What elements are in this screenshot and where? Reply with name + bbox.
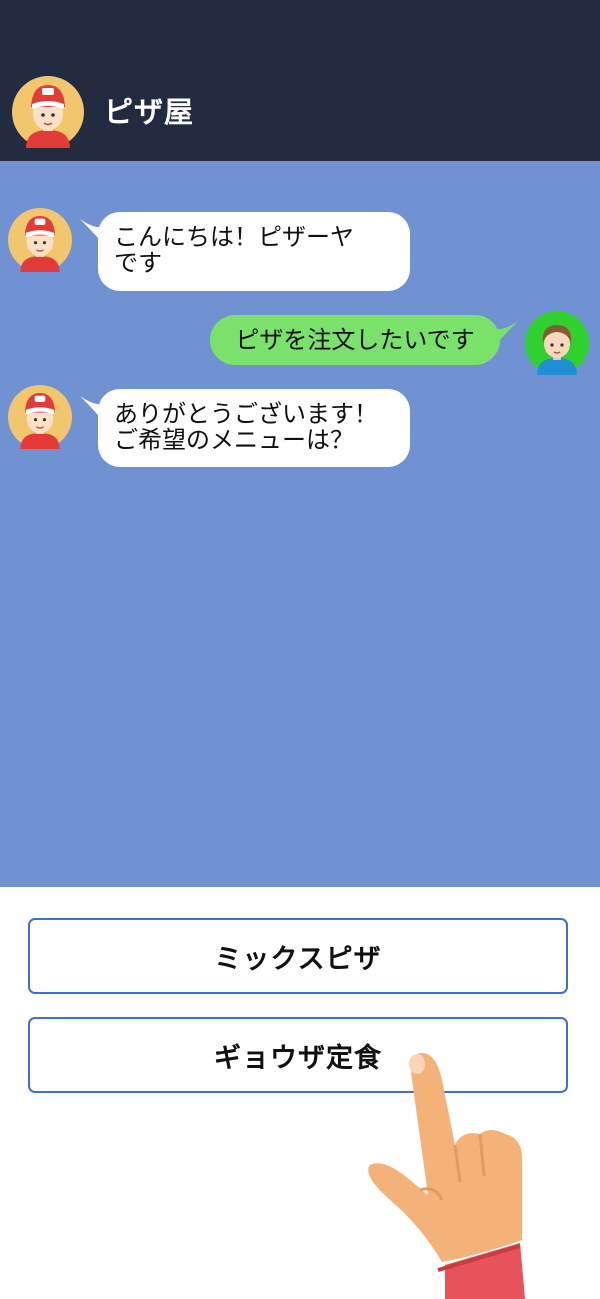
shop-staff-avatar-icon bbox=[8, 385, 72, 449]
shop-staff-avatar-icon bbox=[8, 208, 72, 272]
bubble-tail bbox=[494, 321, 518, 347]
user-avatar-icon bbox=[525, 311, 589, 375]
chat-header: ピザ屋 bbox=[0, 0, 600, 161]
chat-title: ピザ屋 bbox=[104, 95, 195, 129]
outgoing-message-bubble: ピザを注文したいです bbox=[210, 315, 500, 365]
pointing-hand-icon bbox=[368, 1053, 525, 1299]
chat-message-area: こんにちは！ピザーヤ です ピザを注文したいです ありがとうございます！ ご希望… bbox=[0, 161, 600, 887]
incoming-message-bubble: こんにちは！ピザーヤ です bbox=[98, 212, 410, 291]
option-mix-pizza-button[interactable]: ミックスピザ bbox=[28, 918, 568, 994]
incoming-message-bubble: ありがとうございます！ ご希望のメニューは？ bbox=[98, 389, 410, 467]
pizza-shop-staff-avatar-icon bbox=[12, 76, 84, 148]
